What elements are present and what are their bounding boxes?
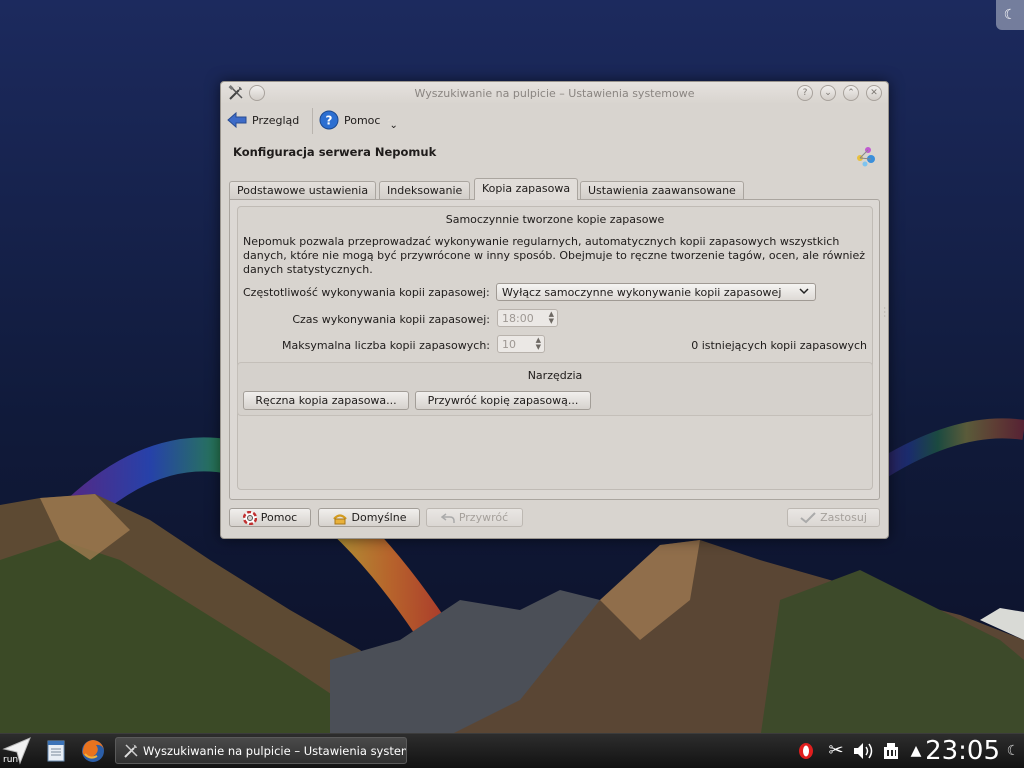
window-titlebar[interactable]: Wyszukiwanie na pulpicie – Ustawienia sy… <box>221 82 888 104</box>
task-title: Wyszukiwanie na pulpicie – Ustawienia sy… <box>143 744 407 758</box>
speaker-icon <box>854 743 873 759</box>
svg-text:?: ? <box>326 114 333 128</box>
undo-icon <box>440 513 455 523</box>
chevron-down-icon <box>799 284 809 302</box>
help-button-label: Pomoc <box>260 511 298 524</box>
plasma-toolbox-icon: ☾ <box>1003 7 1017 23</box>
window-help-button[interactable]: ? <box>797 85 813 101</box>
opera-tray-item[interactable] <box>797 734 815 768</box>
apply-button-label: Zastosuj <box>820 511 867 524</box>
auto-backup-group: Samoczynnie tworzone kopie zapasowe Nepo… <box>237 206 873 490</box>
desktop-toolbox-button[interactable]: ☾ <box>996 0 1024 30</box>
auto-backup-group-title: Samoczynnie tworzone kopie zapasowe <box>445 213 665 226</box>
klipper-scissors-icon[interactable]: ✂ <box>826 734 846 768</box>
device-notifier-icon <box>884 743 898 759</box>
notes-launcher[interactable] <box>44 734 68 768</box>
backup-description: Nepomuk pozwala przeprowadzać wykonywani… <box>243 235 866 276</box>
firefox-launcher[interactable] <box>78 734 108 768</box>
lifebuoy-icon <box>242 511 257 525</box>
backup-time-value: 18:00 <box>502 312 534 325</box>
page-title: Konfiguracja serwera Nepomuk <box>233 145 437 159</box>
reset-button[interactable]: Przywróć <box>426 508 523 527</box>
max-backups-label: Maksymalna liczba kopii zapasowych: <box>282 339 490 352</box>
overview-back-button[interactable]: Przegląd <box>227 108 299 132</box>
taskbar-task-system-settings[interactable]: Wyszukiwanie na pulpicie – Ustawienia sy… <box>115 737 407 764</box>
backup-time-label: Czas wykonywania kopii zapasowej: <box>292 313 490 326</box>
firefox-icon <box>82 740 104 762</box>
tools-group-title: Narzędzia <box>527 369 583 382</box>
help-button[interactable]: Pomoc <box>229 508 311 527</box>
tab-basic-settings[interactable]: Podstawowe ustawienia <box>229 181 377 199</box>
help-icon: ? <box>319 110 339 130</box>
defaults-button-label: Domyślne <box>351 511 407 524</box>
help-menu-label: Pomoc <box>344 113 381 127</box>
nepomuk-icon <box>857 147 875 167</box>
frequency-combobox[interactable]: Wyłącz samoczynne wykonywanie kopii zapa… <box>496 283 816 301</box>
frequency-label: Częstotliwość wykonywania kopii zapasowe… <box>243 286 490 299</box>
system-settings-window: Wyszukiwanie na pulpicie – Ustawienia sy… <box>220 81 889 539</box>
notifications-tray-item[interactable] <box>880 734 902 768</box>
defaults-button[interactable]: Domyślne <box>318 508 420 527</box>
maximize-button[interactable]: ⌃ <box>843 85 859 101</box>
dialog-button-box: Pomoc Domyślne Przywróć Zastosuj <box>229 508 880 530</box>
checkmark-icon <box>800 512 816 524</box>
window-title: Wyszukiwanie na pulpicie – Ustawienia sy… <box>414 87 695 100</box>
apply-button[interactable]: Zastosuj <box>787 508 880 527</box>
minimize-button[interactable]: ⌄ <box>820 85 836 101</box>
frequency-value: Wyłącz samoczynne wykonywanie kopii zapa… <box>502 286 782 299</box>
spin-arrows-icon: ▲ ▼ <box>535 336 541 351</box>
spin-arrows-icon: ▲ ▼ <box>548 310 554 325</box>
defaults-icon <box>332 514 347 525</box>
digital-clock[interactable]: 23:05 <box>925 734 1000 768</box>
overview-back-label: Przegląd <box>252 113 300 127</box>
tab-advanced-settings[interactable]: Ustawienia zaawansowane <box>580 181 744 199</box>
tools-icon <box>124 744 138 758</box>
resize-grip[interactable]: · · · <box>883 305 886 321</box>
opera-icon <box>799 743 813 759</box>
application-launcher[interactable]: run <box>0 734 34 768</box>
max-backups-value: 10 <box>502 338 516 351</box>
close-button[interactable]: ✕ <box>866 85 882 101</box>
tab-indexing[interactable]: Indeksowanie <box>379 181 471 199</box>
volume-tray-item[interactable] <box>852 734 876 768</box>
tab-backup[interactable]: Kopia zapasowa <box>474 178 579 200</box>
chevron-down-icon: ⌄ <box>389 119 398 131</box>
toolbar-separator <box>312 108 313 134</box>
max-backups-spinbox[interactable]: 10 ▲ ▼ <box>497 335 545 353</box>
launcher-label: run <box>3 755 19 765</box>
panel-toolbox-icon[interactable]: ☾ <box>1004 734 1022 768</box>
reset-button-label: Przywróć <box>458 511 509 524</box>
help-menu-button[interactable]: ? Pomoc ⌄ <box>319 108 398 132</box>
notes-icon <box>47 740 65 762</box>
backup-tab-panel: Samoczynnie tworzone kopie zapasowe Nepo… <box>229 199 880 500</box>
taskbar-panel: run Wyszukiwanie na pulpicie – Ustawieni… <box>0 733 1024 768</box>
existing-backups-count: 0 istniejących kopii zapasowych <box>691 339 867 352</box>
arrow-left-icon <box>227 111 247 129</box>
tools-group: Narzędzia Ręczna kopia zapasowa... Przyw… <box>237 362 873 416</box>
restore-backup-button[interactable]: Przywróć kopię zapasową... <box>415 391 591 410</box>
backup-time-spinbox[interactable]: 18:00 ▲ ▼ <box>497 309 558 327</box>
manual-backup-button[interactable]: Ręczna kopia zapasowa... <box>243 391 409 410</box>
tray-expand-arrow-icon[interactable]: ▲ <box>907 734 925 768</box>
